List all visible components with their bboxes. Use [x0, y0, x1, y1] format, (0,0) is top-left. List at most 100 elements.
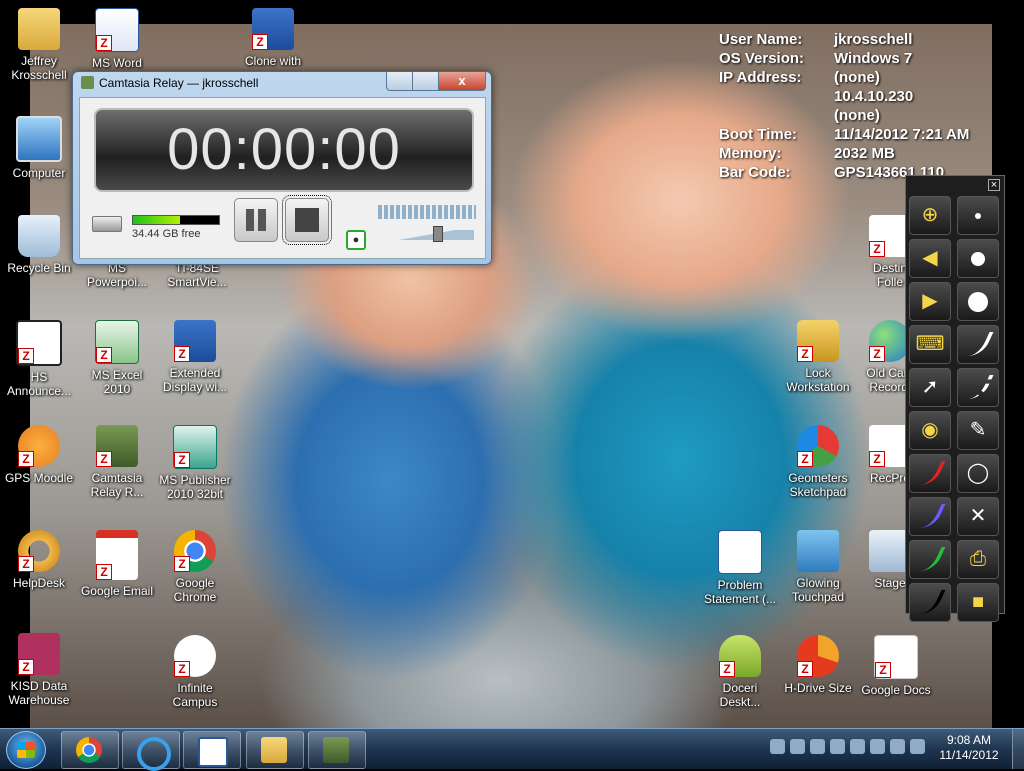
maximize-button[interactable] [412, 72, 440, 91]
announcement-icon: Z [16, 320, 62, 366]
microphone-icon[interactable]: ● [346, 230, 366, 250]
internet-explorer-icon [137, 737, 171, 771]
taskbar: 9:08 AM 11/14/2012 [0, 728, 1024, 771]
save-icon[interactable]: ■ [957, 583, 999, 622]
show-desktop-button[interactable] [1012, 729, 1024, 769]
camtasia-relay-window[interactable]: Camtasia Relay — jkrosschell x 00:00:00 … [72, 71, 492, 265]
palette-icon[interactable]: ◉ [909, 411, 951, 450]
desktop-icon-extdisplay[interactable]: Z Extended Display wi... [156, 320, 234, 394]
gmail-icon: Z [96, 530, 138, 580]
desktop-icon-doceri[interactable]: Z Doceri Deskt... [701, 635, 779, 709]
dot-medium-icon[interactable] [957, 239, 999, 278]
desktop-icon-geometers[interactable]: Z Geometers Sketchpad [779, 425, 857, 499]
red-pen-icon[interactable] [909, 454, 951, 493]
desktop-icon-recycle[interactable]: Recycle Bin [0, 215, 78, 275]
shield-icon[interactable] [770, 739, 785, 754]
volume-icon[interactable] [910, 739, 925, 754]
publisher-icon: Z [173, 425, 217, 469]
desktop-icon-lock[interactable]: Z Lock Workstation [779, 320, 857, 394]
desktop-icon-publisher[interactable]: Z MS Publisher 2010 32bit [156, 425, 234, 501]
desktop-icon-clone[interactable]: Z Clone with [234, 8, 312, 68]
desktop-icon-jeffrey[interactable]: Jeffrey Krosschell [0, 8, 78, 82]
pen-select-icon[interactable]: ➚ [909, 368, 951, 407]
desktop-icon-problem[interactable]: Problem Statement (... [701, 530, 779, 606]
desktop-icon-infinite[interactable]: Z Infinite Campus [156, 635, 234, 709]
excel-icon: Z [95, 320, 139, 364]
taskbar-explorer[interactable] [246, 731, 304, 769]
network-icon[interactable] [890, 739, 905, 754]
desktop-icon-helpdesk[interactable]: Z HelpDesk [0, 530, 78, 590]
flag-icon[interactable] [790, 739, 805, 754]
folder-icon [261, 737, 287, 763]
sysinfo-row: (none) [834, 107, 880, 124]
desktop-icon-glowing[interactable]: Glowing Touchpad [779, 530, 857, 604]
desktop-icon-msword[interactable]: Z MS Word [78, 8, 156, 70]
audio-level-meter [378, 205, 476, 219]
keyboard-icon[interactable]: ⌨ [909, 325, 951, 364]
lasso-icon[interactable]: ◯ [957, 454, 999, 493]
camtasia-relay-icon: Z [96, 425, 138, 467]
sysinfo-row: OS Version: Windows 7 [719, 50, 913, 67]
desktop-icon-camrelay[interactable]: Z Camtasia Relay R... [78, 425, 156, 499]
minimize-button[interactable] [386, 72, 414, 91]
desktop-icon-gdocs[interactable]: Z Google Docs [857, 635, 935, 697]
desktop-icon-excel[interactable]: Z MS Excel 2010 [78, 320, 156, 396]
desktop-icon-chrome[interactable]: Z Google Chrome [156, 530, 234, 604]
lock-icon: Z [797, 320, 839, 362]
helpdesk-lifebuoy-icon: Z [18, 530, 60, 572]
update-icon[interactable] [810, 739, 825, 754]
eraser-icon[interactable]: ✎ [957, 411, 999, 450]
stroke-thin-icon[interactable] [957, 325, 999, 364]
taskbar-clock[interactable]: 9:08 AM 11/14/2012 [936, 733, 1002, 763]
clear-icon[interactable]: ✕ [957, 497, 999, 536]
chrome-icon: Z [174, 530, 216, 572]
camtasia-relay-icon [323, 737, 349, 763]
green-pen-icon[interactable] [909, 540, 951, 579]
word-document-icon [718, 530, 762, 574]
desktop-icon-gmail[interactable]: Z Google Email [78, 530, 156, 598]
stop-button[interactable] [282, 195, 332, 245]
pen-toolbar-close-icon[interactable]: × [988, 179, 1000, 191]
pause-button[interactable] [234, 198, 278, 242]
volume-slider[interactable] [380, 226, 474, 242]
desktop-icon-moodle[interactable]: Z GPS Moodle [0, 425, 78, 485]
system-tray [770, 739, 925, 759]
disk-space-meter-fill [133, 216, 181, 224]
desktop-icon-hsannounce[interactable]: Z HS Announce... [0, 320, 78, 398]
pause-icon [258, 209, 266, 231]
purple-pen-icon[interactable] [909, 497, 951, 536]
zoom-icon[interactable]: ⊕ [909, 196, 951, 235]
print-icon[interactable]: ⎙ [957, 540, 999, 579]
taskbar-ie[interactable] [122, 731, 180, 771]
chrome-icon [76, 737, 102, 763]
close-icon: x [458, 73, 466, 88]
doceri-hand-icon: Z [719, 635, 761, 677]
bluetooth-icon[interactable] [830, 739, 845, 754]
usb-icon[interactable] [870, 739, 885, 754]
window-title: Camtasia Relay — jkrosschell [81, 76, 258, 90]
hard-drive-icon [92, 216, 122, 232]
start-button[interactable] [6, 731, 46, 769]
volume-slider-thumb[interactable] [433, 226, 444, 242]
clock-date: 11/14/2012 [939, 748, 999, 762]
arrow-right-icon[interactable]: ▶ [909, 282, 951, 321]
stroke-dashed-icon[interactable] [957, 368, 999, 407]
desktop-icon-kisd[interactable]: Z KISD Data Warehouse [0, 633, 78, 707]
windows-logo-icon [17, 742, 35, 758]
taskbar-chrome[interactable] [61, 731, 119, 769]
pen-toolbar-right-column: ✎ ◯ ✕ ⎙ ■ [957, 196, 1002, 626]
taskbar-camtasia[interactable] [308, 731, 366, 769]
dot-small-icon[interactable] [957, 196, 999, 235]
infinite-campus-icon: Z [174, 635, 216, 677]
taskbar-word[interactable] [183, 731, 241, 769]
disk-free-label: 34.44 GB free [132, 228, 201, 240]
desktop-icon-computer[interactable]: Computer [0, 116, 78, 180]
pen-toolbar[interactable]: × ⊕ ◀ ▶ ⌨ ➚ ◉ ✎ ◯ ✕ ⎙ ■ [905, 175, 1005, 622]
desktop-icon-hdrive[interactable]: Z H-Drive Size [779, 635, 857, 695]
sysinfo-row: Memory: 2032 MB [719, 145, 895, 162]
black-pen-icon[interactable] [909, 583, 951, 622]
arrow-left-icon[interactable]: ◀ [909, 239, 951, 278]
close-button[interactable]: x [438, 72, 486, 91]
dot-large-icon[interactable] [957, 282, 999, 321]
display-icon[interactable] [850, 739, 865, 754]
